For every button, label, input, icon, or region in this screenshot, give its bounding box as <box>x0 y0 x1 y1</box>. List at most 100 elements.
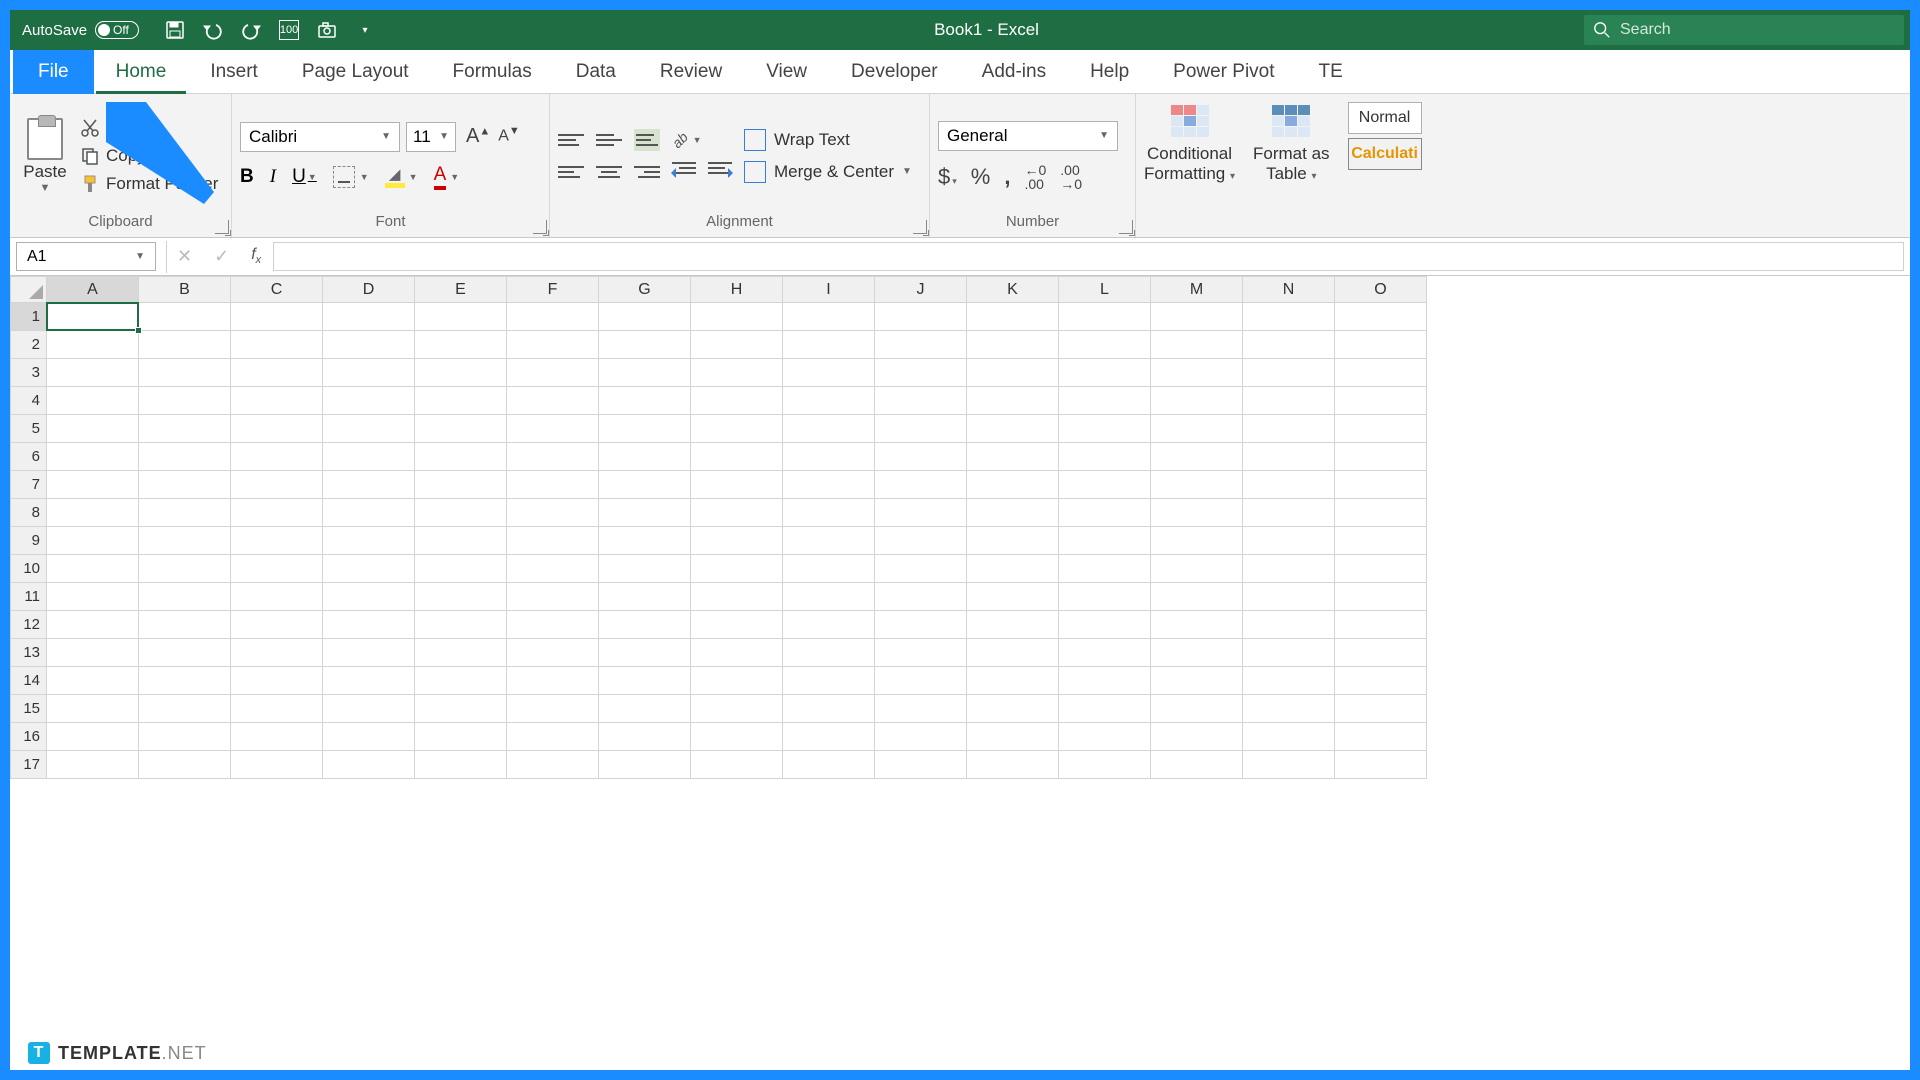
cell[interactable] <box>967 527 1059 555</box>
cell[interactable] <box>783 751 875 779</box>
font-name-combo[interactable]: Calibri▼ <box>240 122 400 152</box>
row-header[interactable]: 14 <box>11 667 47 695</box>
cell[interactable] <box>599 639 691 667</box>
cell[interactable] <box>1059 303 1151 331</box>
cell[interactable] <box>231 555 323 583</box>
spreadsheet-grid[interactable]: ABCDEFGHIJKLMNO1234567891011121314151617 <box>10 276 1910 1070</box>
cell[interactable] <box>875 751 967 779</box>
number-format-combo[interactable]: General▼ <box>938 121 1118 151</box>
decrease-font-button[interactable]: A▼ <box>494 125 524 148</box>
row-header[interactable]: 1 <box>11 303 47 331</box>
conditional-formatting-button[interactable]: Conditional Formatting ▾ <box>1144 102 1235 184</box>
tab-review[interactable]: Review <box>638 50 744 94</box>
cell[interactable] <box>507 471 599 499</box>
cell[interactable] <box>967 611 1059 639</box>
cell[interactable] <box>967 443 1059 471</box>
cell[interactable] <box>783 555 875 583</box>
cell[interactable] <box>1335 639 1427 667</box>
cell[interactable] <box>415 695 507 723</box>
cell[interactable] <box>1059 471 1151 499</box>
cell[interactable] <box>415 387 507 415</box>
orientation-button[interactable]: ▼ <box>672 132 702 148</box>
column-header[interactable]: J <box>875 277 967 303</box>
cell[interactable] <box>1059 667 1151 695</box>
cell[interactable] <box>323 723 415 751</box>
dialog-launcher-icon[interactable] <box>215 220 229 234</box>
cell[interactable] <box>1059 751 1151 779</box>
insert-function-icon[interactable]: fx <box>251 246 261 266</box>
cell[interactable] <box>139 639 231 667</box>
cell[interactable] <box>47 751 139 779</box>
cell[interactable] <box>875 359 967 387</box>
name-box[interactable]: A1 ▼ <box>16 242 156 271</box>
cell[interactable] <box>231 611 323 639</box>
cell[interactable] <box>231 303 323 331</box>
cell[interactable] <box>231 331 323 359</box>
column-header[interactable]: F <box>507 277 599 303</box>
cell[interactable] <box>1151 387 1243 415</box>
copy-button[interactable]: Copy ▼ <box>80 146 218 166</box>
cell[interactable] <box>1059 387 1151 415</box>
cell[interactable] <box>1243 331 1335 359</box>
cell[interactable] <box>231 527 323 555</box>
cell[interactable] <box>967 471 1059 499</box>
cell[interactable] <box>1243 751 1335 779</box>
cell[interactable] <box>691 303 783 331</box>
fill-color-button[interactable]: ◢▼ <box>385 165 418 188</box>
enter-icon[interactable]: ✓ <box>214 246 229 267</box>
cell[interactable] <box>1243 443 1335 471</box>
cell[interactable] <box>1151 555 1243 583</box>
cell[interactable] <box>1151 583 1243 611</box>
cell[interactable] <box>1335 303 1427 331</box>
cell[interactable] <box>783 443 875 471</box>
cell[interactable] <box>1243 555 1335 583</box>
cell[interactable] <box>1151 639 1243 667</box>
cell[interactable] <box>599 443 691 471</box>
cell[interactable] <box>139 555 231 583</box>
cell[interactable] <box>1243 387 1335 415</box>
tab-te[interactable]: TE <box>1297 50 1365 94</box>
cell[interactable] <box>967 303 1059 331</box>
cell[interactable] <box>415 723 507 751</box>
tab-page-layout[interactable]: Page Layout <box>280 50 431 94</box>
cell[interactable] <box>323 639 415 667</box>
column-header[interactable]: H <box>691 277 783 303</box>
cell[interactable] <box>139 611 231 639</box>
cell[interactable] <box>1059 639 1151 667</box>
row-header[interactable]: 11 <box>11 583 47 611</box>
cell[interactable] <box>507 583 599 611</box>
font-color-button[interactable]: A▼ <box>434 164 460 190</box>
cut-button[interactable]: Cut <box>80 118 218 138</box>
cell[interactable] <box>967 751 1059 779</box>
cell[interactable] <box>875 583 967 611</box>
row-header[interactable]: 6 <box>11 443 47 471</box>
cell[interactable] <box>875 667 967 695</box>
row-header[interactable]: 17 <box>11 751 47 779</box>
cell[interactable] <box>1243 639 1335 667</box>
cell[interactable] <box>1059 359 1151 387</box>
row-header[interactable]: 5 <box>11 415 47 443</box>
cell[interactable] <box>139 499 231 527</box>
cell[interactable] <box>691 723 783 751</box>
cell[interactable] <box>231 751 323 779</box>
cell[interactable] <box>875 415 967 443</box>
cell[interactable] <box>1059 443 1151 471</box>
cell[interactable] <box>691 555 783 583</box>
cell[interactable] <box>507 611 599 639</box>
cell[interactable] <box>1243 695 1335 723</box>
cell[interactable] <box>507 415 599 443</box>
cell[interactable] <box>599 471 691 499</box>
cell[interactable] <box>967 695 1059 723</box>
fill-handle[interactable] <box>135 327 142 334</box>
cell[interactable] <box>415 303 507 331</box>
cell[interactable] <box>783 639 875 667</box>
cell[interactable] <box>1151 667 1243 695</box>
cell[interactable] <box>1059 583 1151 611</box>
cell[interactable] <box>323 527 415 555</box>
cell[interactable] <box>507 331 599 359</box>
cell[interactable] <box>323 471 415 499</box>
cell[interactable] <box>231 695 323 723</box>
cell[interactable] <box>1335 611 1427 639</box>
wrap-text-button[interactable]: Wrap Text <box>744 129 912 151</box>
cell[interactable] <box>783 359 875 387</box>
